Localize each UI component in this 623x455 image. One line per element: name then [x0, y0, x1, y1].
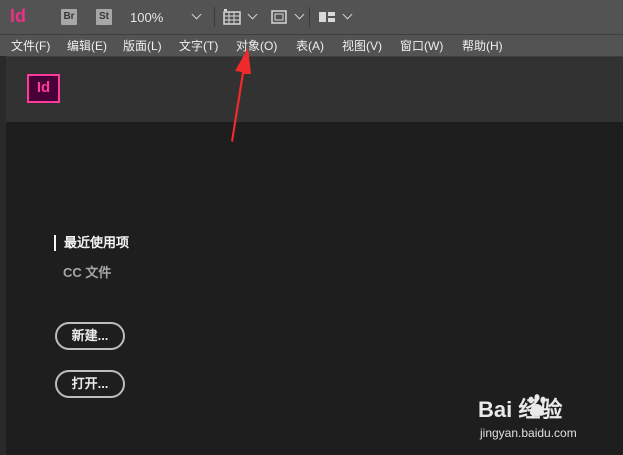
menu-layout[interactable]: 版面(L): [123, 37, 162, 54]
menu-file[interactable]: 文件(F): [11, 37, 50, 54]
zoom-dropdown[interactable]: 100%: [121, 8, 211, 26]
nav-recent[interactable]: 最近使用项: [54, 235, 129, 251]
paw-icon: [528, 394, 546, 416]
watermark-url: jingyan.baidu.com: [480, 426, 577, 440]
screen-mode-icon[interactable]: [270, 9, 288, 25]
baidu-watermark: Bai 经验 jingyan.baidu.com: [478, 392, 618, 452]
chevron-down-icon: [191, 9, 202, 20]
menu-type[interactable]: 文字(T): [179, 37, 218, 54]
toolbar-divider: [309, 7, 310, 27]
new-document-button[interactable]: 新建...: [55, 322, 125, 350]
toolbar-divider: [214, 7, 215, 27]
menu-table[interactable]: 表(A): [296, 37, 324, 54]
watermark-brand: Bai 经验: [478, 397, 563, 422]
bridge-button[interactable]: Br: [61, 9, 77, 25]
indesign-window: Id Br St 100% 文件(F) 编辑(E) 版面(L) 文字(T) 对象…: [0, 0, 623, 455]
menu-bar: 文件(F) 编辑(E) 版面(L) 文字(T) 对象(O) 表(A) 视图(V)…: [0, 35, 623, 57]
menu-help[interactable]: 帮助(H): [462, 37, 503, 54]
menu-edit[interactable]: 编辑(E): [67, 37, 107, 54]
frame-grid-icon[interactable]: [223, 9, 241, 25]
indesign-logo: Id: [27, 74, 60, 103]
arrange-documents-icon[interactable]: [318, 9, 336, 25]
menu-window[interactable]: 窗口(W): [400, 37, 443, 54]
menu-view[interactable]: 视图(V): [342, 37, 382, 54]
application-bar: Id Br St 100%: [0, 0, 623, 35]
stock-button[interactable]: St: [96, 9, 112, 25]
open-document-button[interactable]: 打开...: [55, 370, 125, 398]
nav-cc-files[interactable]: CC 文件: [63, 262, 111, 281]
zoom-value: 100%: [130, 10, 164, 25]
chevron-down-icon[interactable]: [342, 9, 353, 20]
chevron-down-icon[interactable]: [247, 9, 258, 20]
menu-object[interactable]: 对象(O): [236, 37, 277, 54]
start-header: Id: [6, 57, 623, 122]
chevron-down-icon[interactable]: [294, 9, 305, 20]
app-logo: Id: [10, 6, 26, 26]
